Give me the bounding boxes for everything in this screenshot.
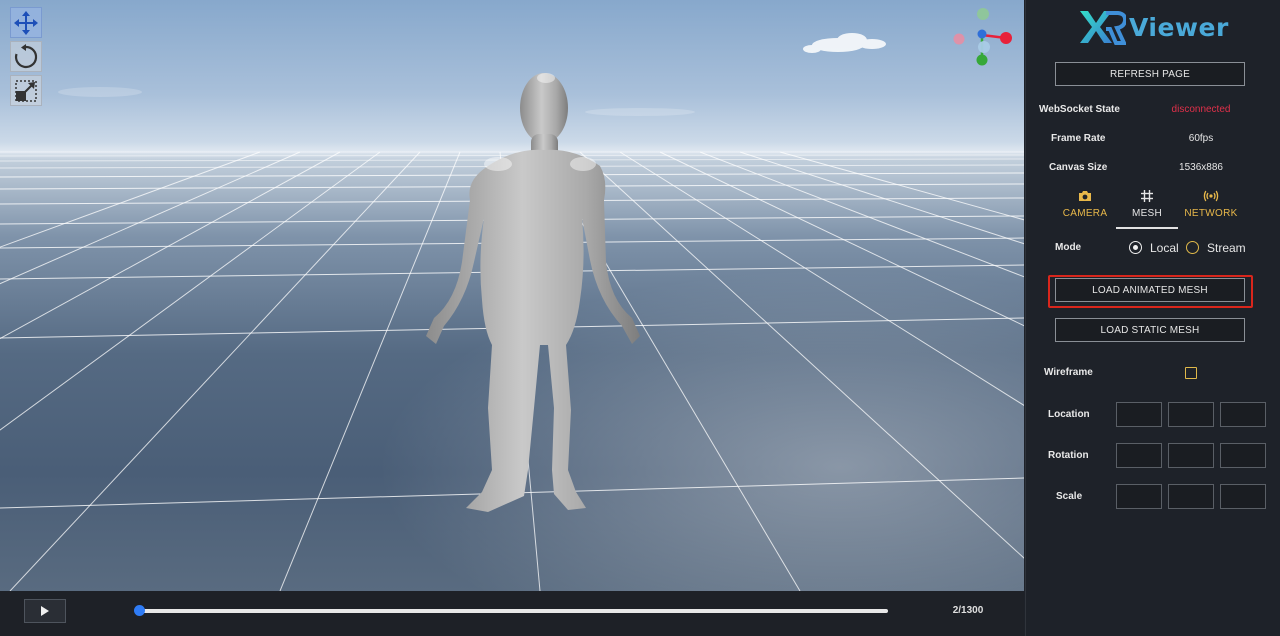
play-button[interactable] (24, 599, 66, 623)
scale-tool-button[interactable] (10, 75, 42, 106)
move-icon (14, 10, 38, 35)
axis-z-positive[interactable] (977, 29, 987, 39)
rotation-z-input[interactable] (1220, 443, 1266, 468)
timeline-slider-thumb[interactable] (134, 605, 146, 616)
scale-z-input[interactable] (1220, 484, 1266, 509)
tab-camera-label: CAMERA (1062, 208, 1108, 219)
grid-icon (1141, 190, 1153, 202)
axis-x-positive[interactable] (1000, 32, 1012, 44)
tab-network-label: NETWORK (1184, 208, 1238, 219)
mode-stream-label: Stream (1207, 241, 1246, 255)
mode-label: Mode (1055, 242, 1082, 253)
timeline-bar: 2/1300 (0, 591, 1024, 636)
rotate-icon (14, 43, 38, 68)
rotation-y-input[interactable] (1168, 443, 1214, 468)
move-tool-button[interactable] (10, 7, 42, 38)
websocket-state-label: WebSocket State (1039, 104, 1120, 115)
scale-y-input[interactable] (1168, 484, 1214, 509)
canvas-size-value: 1536x886 (1179, 162, 1223, 173)
axis-z-negative[interactable] (978, 41, 990, 53)
tab-network[interactable]: NETWORK (1180, 187, 1242, 227)
scene (0, 33, 1024, 591)
mode-local-radio[interactable] (1129, 241, 1142, 254)
rotation-x-input[interactable] (1116, 443, 1162, 468)
scale-label: Scale (1056, 491, 1083, 502)
location-label: Location (1048, 409, 1090, 420)
broadcast-icon (1203, 190, 1219, 202)
mode-local-label: Local (1150, 241, 1179, 255)
location-y-input[interactable] (1168, 402, 1214, 427)
axis-gizmo[interactable] (948, 4, 1018, 70)
refresh-page-button[interactable]: REFRESH PAGE (1055, 62, 1245, 86)
tab-camera[interactable]: CAMERA (1054, 187, 1116, 227)
app-logo: Viewer (1078, 6, 1229, 48)
control-panel: Viewer REFRESH PAGE WebSocket State disc… (1025, 0, 1280, 636)
location-z-input[interactable] (1220, 402, 1266, 427)
3d-viewport[interactable] (0, 0, 1024, 591)
wireframe-label: Wireframe (1044, 367, 1093, 378)
xr-logo-mark (1080, 11, 1126, 45)
location-x-input[interactable] (1116, 402, 1162, 427)
frame-rate-value: 60fps (1188, 133, 1214, 144)
rotate-tool-button[interactable] (10, 41, 42, 72)
scale-icon (15, 79, 37, 102)
wireframe-checkbox[interactable] (1185, 367, 1197, 379)
canvas-size-label: Canvas Size (1049, 162, 1108, 173)
scale-x-input[interactable] (1116, 484, 1162, 509)
app-title: Viewer (1129, 12, 1229, 42)
rotation-label: Rotation (1048, 450, 1089, 461)
frame-rate-label: Frame Rate (1051, 133, 1106, 144)
tab-mesh-label: MESH (1131, 208, 1163, 219)
clouds-faint (58, 87, 695, 116)
axis-y-positive[interactable] (976, 54, 988, 66)
timeline-slider[interactable] (134, 605, 888, 616)
load-animated-mesh-button[interactable]: LOAD ANIMATED MESH (1055, 278, 1245, 302)
axis-x-negative[interactable] (953, 33, 965, 45)
camera-icon (1079, 191, 1091, 201)
tab-mesh[interactable]: MESH (1116, 187, 1178, 229)
frame-counter: 2/1300 (952, 605, 984, 616)
load-static-mesh-button[interactable]: LOAD STATIC MESH (1055, 318, 1245, 342)
clouds (803, 33, 886, 53)
mode-stream-radio[interactable] (1186, 241, 1199, 254)
play-icon (41, 606, 49, 616)
axis-y-negative[interactable] (977, 8, 989, 20)
websocket-state-value: disconnected (1171, 104, 1231, 115)
